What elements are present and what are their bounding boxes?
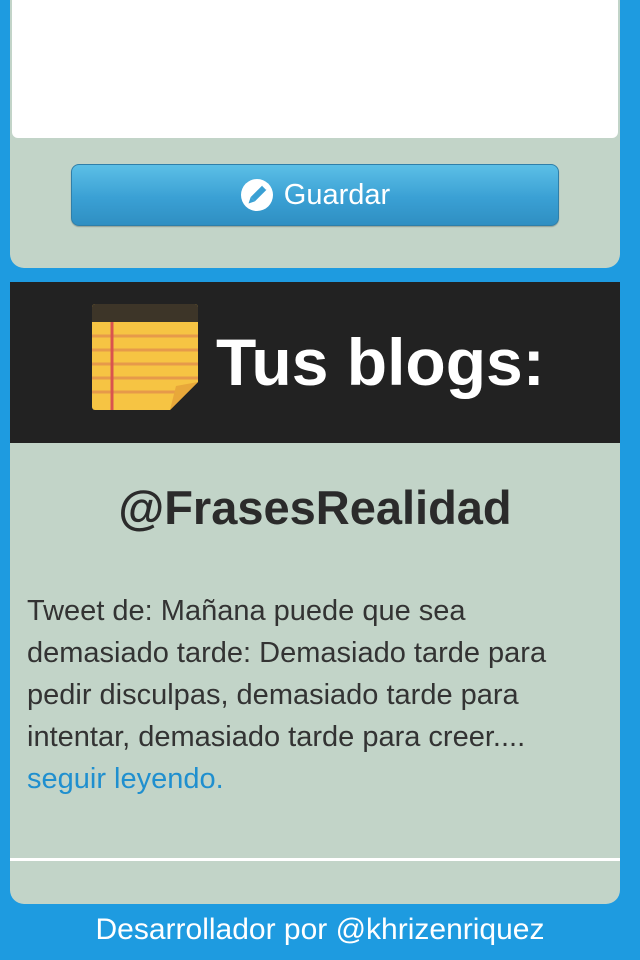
save-button[interactable]: Guardar — [71, 164, 559, 226]
compose-card: Guardar — [10, 0, 620, 268]
blog-handle[interactable]: @FrasesRealidad — [10, 480, 620, 536]
notepad-icon — [92, 304, 198, 410]
tweet-text: Tweet de: Mañana puede que sea demasiado… — [27, 595, 547, 753]
footer-credit: Desarrollador por @khrizenriquez — [95, 913, 545, 946]
read-more-link[interactable]: seguir leyendo. — [27, 763, 224, 795]
divider — [10, 858, 620, 861]
tweet-preview: Tweet de: Mañana puede que sea demasiado… — [27, 590, 607, 800]
save-button-label: Guardar — [283, 178, 391, 211]
blogs-header: Tus blogs: — [10, 282, 620, 443]
compose-textarea[interactable] — [12, 0, 618, 138]
app-screen: Guardar Tus blogs: @FrasesRealidad Tweet… — [0, 0, 640, 960]
blogs-card: Tus blogs: @FrasesRealidad Tweet de: Mañ… — [10, 282, 620, 904]
pencil-icon — [240, 179, 273, 211]
blogs-title: Tus blogs: — [216, 325, 545, 399]
